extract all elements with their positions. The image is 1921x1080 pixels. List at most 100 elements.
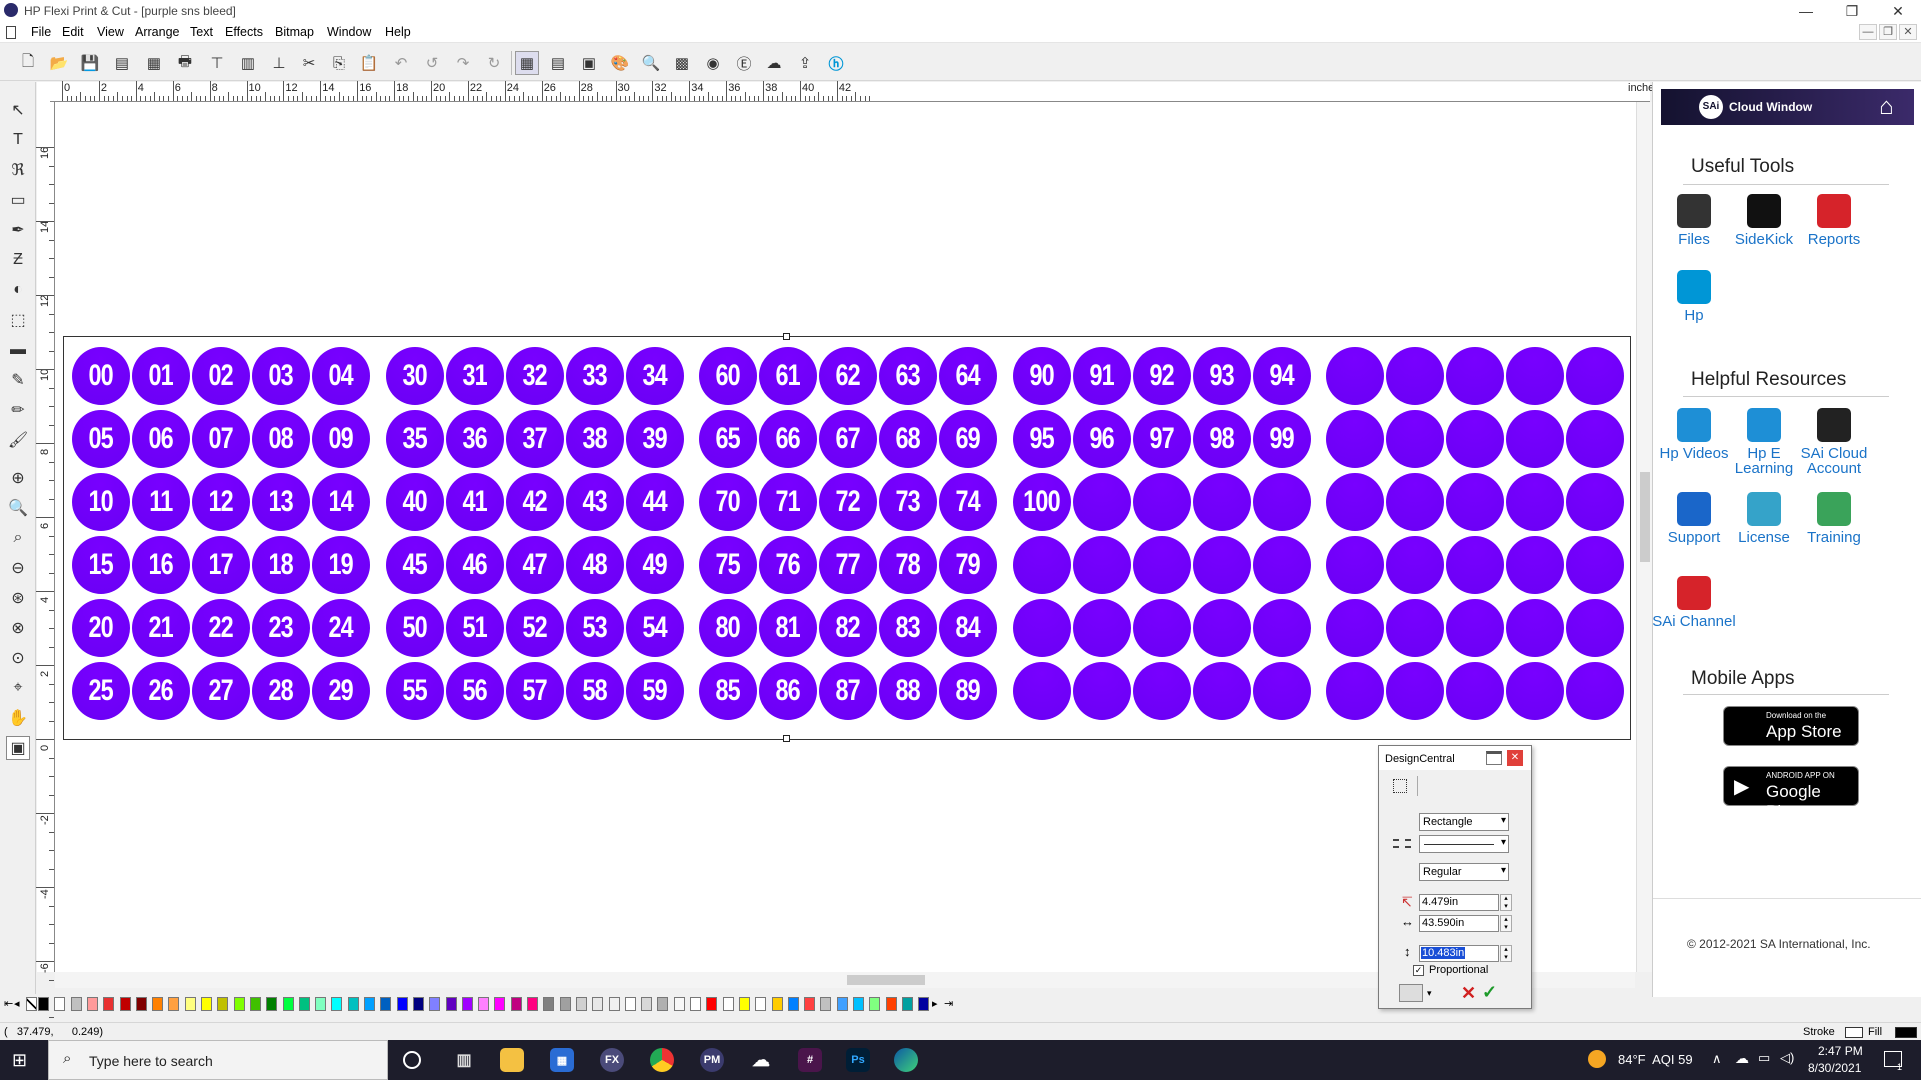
number-circle[interactable]: 68 — [879, 410, 937, 468]
palette-swatch[interactable] — [657, 997, 669, 1011]
palette-swatch[interactable] — [787, 997, 799, 1011]
selection-handle[interactable] — [783, 333, 790, 340]
number-circle[interactable]: 98 — [1192, 410, 1251, 468]
number-circle[interactable]: 99 — [1252, 410, 1311, 468]
number-circle[interactable]: 81 — [759, 599, 817, 657]
number-circle[interactable]: 01 — [132, 347, 190, 405]
mdi-minimize-button[interactable]: — — [1859, 24, 1877, 40]
palette-swatch[interactable] — [233, 997, 245, 1011]
corner-radius-spinner[interactable]: ▴ ▾ — [1500, 894, 1512, 911]
palette-swatch[interactable] — [445, 997, 457, 1011]
number-circle[interactable]: 26 — [132, 662, 190, 720]
palette-swatch[interactable] — [755, 997, 767, 1011]
number-circle[interactable]: 42 — [505, 473, 564, 531]
color-palette-icon[interactable]: 🎨 — [608, 51, 632, 75]
selection-handle[interactable] — [783, 735, 790, 742]
palette-swatch[interactable] — [152, 997, 164, 1011]
number-circle[interactable]: 08 — [252, 410, 310, 468]
palette-swatch[interactable] — [804, 997, 816, 1011]
horizontal-scroll-thumb[interactable] — [847, 975, 925, 985]
number-circle[interactable]: 21 — [132, 599, 190, 657]
palette-swatch[interactable] — [86, 997, 98, 1011]
shape-type-select[interactable]: Rectangle — [1419, 813, 1509, 831]
number-circle[interactable]: 66 — [759, 410, 817, 468]
hp-logo-icon[interactable]: ⓗ — [824, 51, 848, 75]
tool-hp[interactable]: Hp — [1651, 270, 1737, 323]
palette-swatch[interactable] — [412, 997, 424, 1011]
number-circle[interactable] — [1192, 662, 1251, 720]
design-central-titlebar[interactable]: DesignCentral ✕ — [1379, 746, 1531, 770]
resource-sai-cloud-account[interactable]: SAi Cloud Account — [1791, 408, 1877, 476]
send-to-cutter-icon[interactable]: ⊥ — [267, 51, 291, 75]
paste-icon[interactable]: 📋 — [357, 51, 381, 75]
number-circle[interactable] — [1386, 410, 1444, 468]
vertical-ruler[interactable]: 16 14 12 10 8 6 4 2 0 -2 -4 -6 — [36, 102, 55, 1018]
job-properties-icon[interactable]: ▤ — [546, 51, 570, 75]
zoom-selected-icon[interactable]: ⊗ — [6, 616, 30, 640]
cloud-icon[interactable]: ☁ — [762, 51, 786, 75]
number-circle[interactable] — [1326, 536, 1384, 594]
number-circle[interactable] — [1326, 410, 1384, 468]
number-circle[interactable]: 44 — [625, 473, 684, 531]
number-circle[interactable]: 57 — [505, 662, 564, 720]
design-page[interactable]: 00 01 02 03 04 05 06 07 08 09 10 11 12 13 14 15 16 17 18 19… — [63, 336, 1631, 740]
number-circle[interactable] — [1386, 662, 1444, 720]
height-field[interactable]: 10.483in — [1419, 945, 1499, 962]
number-circle[interactable]: 69 — [939, 410, 997, 468]
palette-swatch[interactable] — [298, 997, 310, 1011]
palette-swatch[interactable] — [575, 997, 587, 1011]
rectangle-tool-icon[interactable]: ▭ — [6, 188, 30, 212]
number-circle[interactable]: 32 — [505, 347, 564, 405]
number-circle[interactable]: 41 — [445, 473, 504, 531]
number-circle[interactable]: 89 — [939, 662, 997, 720]
fill-tool-icon[interactable]: 🖌 — [6, 428, 30, 452]
number-circle[interactable] — [1566, 599, 1624, 657]
number-circle[interactable] — [1566, 410, 1624, 468]
tool-reports[interactable]: Reports — [1791, 194, 1877, 247]
number-circle[interactable] — [1012, 662, 1071, 720]
volume-icon[interactable]: ◁) — [1780, 1050, 1794, 1066]
palette-swatch[interactable] — [135, 997, 147, 1011]
number-circle[interactable]: 55 — [385, 662, 444, 720]
palette-swatch[interactable] — [673, 997, 685, 1011]
number-circle[interactable]: 87 — [819, 662, 877, 720]
number-circle[interactable] — [1252, 536, 1311, 594]
palette-swatch[interactable] — [820, 997, 832, 1011]
width-spinner[interactable]: ▴ ▾ — [1500, 915, 1512, 932]
number-circle[interactable] — [1132, 536, 1191, 594]
number-circle[interactable]: 70 — [699, 473, 757, 531]
palette-swatch[interactable] — [168, 997, 180, 1011]
number-circle[interactable]: 71 — [759, 473, 817, 531]
dc-preview-button[interactable] — [1399, 984, 1423, 1002]
palette-swatch[interactable] — [119, 997, 131, 1011]
number-circle[interactable]: 02 — [192, 347, 250, 405]
shadow-tool-icon[interactable]: ◐ — [6, 278, 30, 302]
dc-cancel-icon[interactable]: ✕ — [1461, 983, 1479, 1003]
number-circle[interactable]: 48 — [565, 536, 624, 594]
number-circle[interactable]: 64 — [939, 347, 997, 405]
palette-swatch[interactable] — [885, 997, 897, 1011]
save-all-icon[interactable]: ▤ — [110, 51, 134, 75]
number-circle[interactable]: 61 — [759, 347, 817, 405]
number-circle[interactable]: 86 — [759, 662, 817, 720]
palette-swatch[interactable] — [249, 997, 261, 1011]
number-circle[interactable]: 95 — [1012, 410, 1071, 468]
number-circle[interactable]: 20 — [72, 599, 130, 657]
number-circle[interactable]: 34 — [625, 347, 684, 405]
palette-swatch[interactable] — [315, 997, 327, 1011]
number-circle[interactable] — [1326, 473, 1384, 531]
number-circle[interactable]: 80 — [699, 599, 757, 657]
number-circle[interactable]: 28 — [252, 662, 310, 720]
number-circle[interactable] — [1386, 473, 1444, 531]
number-circle[interactable]: 13 — [252, 473, 310, 531]
palette-swatch[interactable] — [217, 997, 229, 1011]
number-circle[interactable] — [1252, 599, 1311, 657]
import-icon[interactable]: ▦ — [142, 51, 166, 75]
width-field[interactable]: 43.590in — [1419, 915, 1499, 932]
number-circle[interactable] — [1326, 662, 1384, 720]
palette-swatch[interactable] — [853, 997, 864, 1011]
number-circle[interactable] — [1326, 347, 1384, 405]
resource-sai-channel[interactable]: SAi Channel — [1651, 576, 1737, 629]
eyedropper-tool-icon[interactable]: ✎ — [6, 368, 30, 392]
number-circle[interactable]: 75 — [699, 536, 757, 594]
